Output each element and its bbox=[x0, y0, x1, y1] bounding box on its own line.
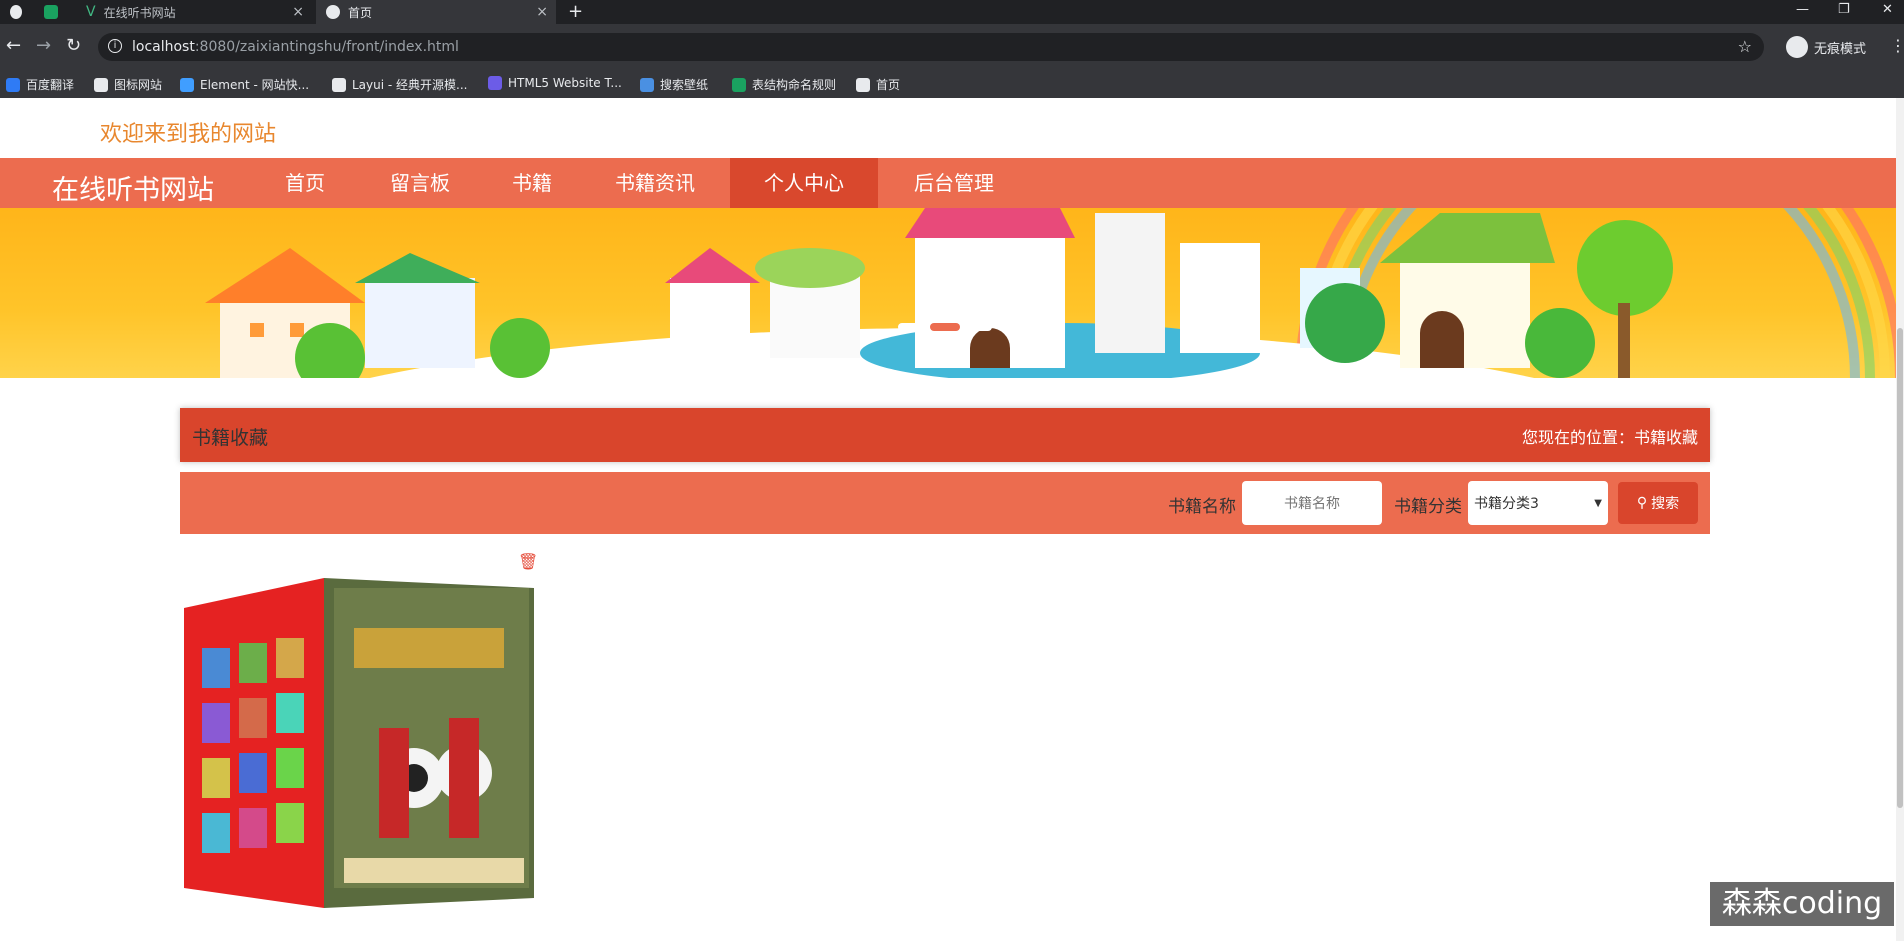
book-name-label: 书籍名称 bbox=[1168, 497, 1236, 517]
url-path: :8080/zaixiantingshu/front/index.html bbox=[194, 39, 459, 55]
section-title: 书籍收藏 bbox=[192, 427, 269, 449]
globe-icon bbox=[10, 5, 22, 19]
new-tab-button[interactable]: + bbox=[568, 1, 583, 22]
tab-site[interactable]: V 在线听书网站 × bbox=[76, 0, 312, 24]
info-icon[interactable]: i bbox=[108, 39, 122, 53]
forward-icon[interactable]: → bbox=[36, 37, 51, 55]
bookmarks-bar: 百度翻译 图标网站 Element - 网站快... Layui - 经典开源模...… bbox=[0, 70, 1904, 98]
page-scrollbar[interactable] bbox=[1896, 98, 1904, 941]
nav-admin[interactable]: 后台管理 bbox=[896, 158, 1012, 208]
minimize-icon[interactable]: — bbox=[1796, 2, 1809, 17]
scrollbar-thumb[interactable] bbox=[1897, 328, 1903, 808]
bookmark-star-icon[interactable]: ☆ bbox=[1738, 37, 1752, 56]
tab-pinned-app[interactable] bbox=[34, 0, 74, 24]
bookmark-label: 首页 bbox=[876, 78, 901, 92]
reload-icon[interactable]: ↻ bbox=[66, 37, 81, 55]
bookmark-label: 图标网站 bbox=[114, 78, 163, 92]
element-icon bbox=[180, 77, 194, 92]
search-button[interactable]: ⚲ 搜索 bbox=[1618, 482, 1698, 524]
category-selected-value: 书籍分类3 bbox=[1474, 496, 1539, 512]
carousel-dot[interactable] bbox=[898, 323, 922, 331]
bookmark-label: 百度翻译 bbox=[26, 78, 75, 92]
nav-books[interactable]: 书籍 bbox=[492, 158, 572, 208]
carousel-dot-active[interactable] bbox=[930, 323, 960, 331]
flag-icon bbox=[94, 77, 108, 92]
search-filter-bar: 书籍名称 书籍分类 书籍分类3 ▼ ⚲ 搜索 bbox=[180, 472, 1710, 534]
close-icon[interactable]: × bbox=[292, 4, 304, 20]
book-category-select[interactable]: 书籍分类3 ▼ bbox=[1468, 481, 1608, 525]
bookmark-label: Layui - 经典开源模... bbox=[352, 78, 468, 92]
bookmark-item[interactable]: 百度翻译 bbox=[6, 76, 74, 93]
menu-icon[interactable]: ⋮ bbox=[1890, 36, 1904, 55]
breadcrumb: 您现在的位置：书籍收藏 bbox=[1522, 424, 1698, 448]
book-cover-image[interactable] bbox=[184, 578, 534, 918]
doc-icon bbox=[732, 77, 746, 92]
book-name-input[interactable] bbox=[1242, 481, 1382, 525]
url-text: localhost:8080/zaixiantingshu/front/inde… bbox=[132, 39, 459, 55]
nav-message-board[interactable]: 留言板 bbox=[372, 158, 468, 208]
nav-personal-center[interactable]: 个人中心 bbox=[730, 158, 878, 208]
incognito-icon bbox=[1786, 36, 1808, 58]
bookmark-item[interactable]: 表结构命名规则 bbox=[732, 76, 836, 93]
welcome-text: 欢迎来到我的网站 bbox=[100, 122, 277, 147]
vue-icon: V bbox=[86, 4, 96, 20]
bookmark-label: HTML5 Website T... bbox=[508, 76, 622, 90]
tab-pinned-globe[interactable] bbox=[0, 0, 30, 24]
section-header: 书籍收藏 您现在的位置：书籍收藏 bbox=[180, 408, 1710, 462]
breadcrumb-label: 您现在的位置： bbox=[1521, 428, 1634, 447]
breadcrumb-current[interactable]: 书籍收藏 bbox=[1634, 428, 1698, 447]
watermark: 森森coding bbox=[1710, 882, 1894, 926]
tab-label: 首页 bbox=[348, 5, 373, 20]
bookmark-item[interactable]: Layui - 经典开源模... bbox=[332, 76, 467, 93]
tab-home[interactable]: 首页 × bbox=[316, 0, 556, 24]
url-host: localhost bbox=[132, 39, 195, 55]
url-field[interactable]: i localhost:8080/zaixiantingshu/front/in… bbox=[98, 33, 1764, 61]
globe-icon bbox=[856, 77, 870, 92]
wallpaper-icon bbox=[640, 77, 654, 92]
bookmark-item[interactable]: 图标网站 bbox=[94, 76, 162, 93]
nav-home[interactable]: 首页 bbox=[262, 158, 348, 208]
carousel-dot[interactable] bbox=[968, 323, 992, 331]
green-app-icon bbox=[44, 5, 58, 19]
hero-banner bbox=[0, 208, 1904, 378]
browser-tab-bar: V 在线听书网站 × 首页 × + — ❐ ✕ bbox=[0, 0, 1904, 24]
incognito-label: 无痕模式 bbox=[1814, 41, 1867, 57]
address-bar-row: ← → ↻ i localhost:8080/zaixiantingshu/fr… bbox=[0, 24, 1904, 70]
main-navbar: 在线听书网站 首页 留言板 书籍 书籍资讯 个人中心 后台管理 bbox=[0, 158, 1904, 208]
restore-icon[interactable]: ❐ bbox=[1838, 2, 1850, 17]
bookmark-item[interactable]: HTML5 Website T... bbox=[488, 76, 622, 90]
globe-icon bbox=[326, 5, 340, 19]
search-icon: ⚲ bbox=[1636, 495, 1648, 511]
html5-template-icon bbox=[488, 76, 502, 90]
book-category-label: 书籍分类 bbox=[1394, 497, 1462, 517]
bookmark-label: 搜索壁纸 bbox=[660, 78, 709, 92]
site-brand[interactable]: 在线听书网站 bbox=[52, 168, 214, 207]
delete-trash-icon[interactable]: 🗑 bbox=[518, 552, 538, 571]
baidu-translate-icon bbox=[6, 77, 20, 92]
close-icon[interactable]: × bbox=[536, 4, 548, 20]
bookmark-item[interactable]: Element - 网站快... bbox=[180, 76, 309, 93]
bookmark-item[interactable]: 首页 bbox=[856, 76, 900, 93]
page-content: 欢迎来到我的网站 在线听书网站 首页 留言板 书籍 书籍资讯 个人中心 后台管理 bbox=[0, 98, 1904, 941]
tab-label: 在线听书网站 bbox=[103, 5, 176, 20]
incognito-indicator[interactable]: 无痕模式 bbox=[1786, 36, 1866, 58]
back-icon[interactable]: ← bbox=[6, 37, 21, 55]
banner-illustration bbox=[205, 208, 1904, 378]
book-box-illustration bbox=[184, 578, 534, 908]
layui-icon bbox=[332, 77, 346, 92]
chevron-down-icon: ▼ bbox=[1594, 497, 1602, 509]
bookmark-label: 表结构命名规则 bbox=[752, 78, 837, 92]
window-close-icon[interactable]: ✕ bbox=[1882, 2, 1893, 17]
bookmark-label: Element - 网站快... bbox=[200, 78, 310, 92]
bookmark-item[interactable]: 搜索壁纸 bbox=[640, 76, 708, 93]
nav-book-news[interactable]: 书籍资讯 bbox=[596, 158, 714, 208]
search-button-label: 搜索 bbox=[1651, 496, 1680, 512]
